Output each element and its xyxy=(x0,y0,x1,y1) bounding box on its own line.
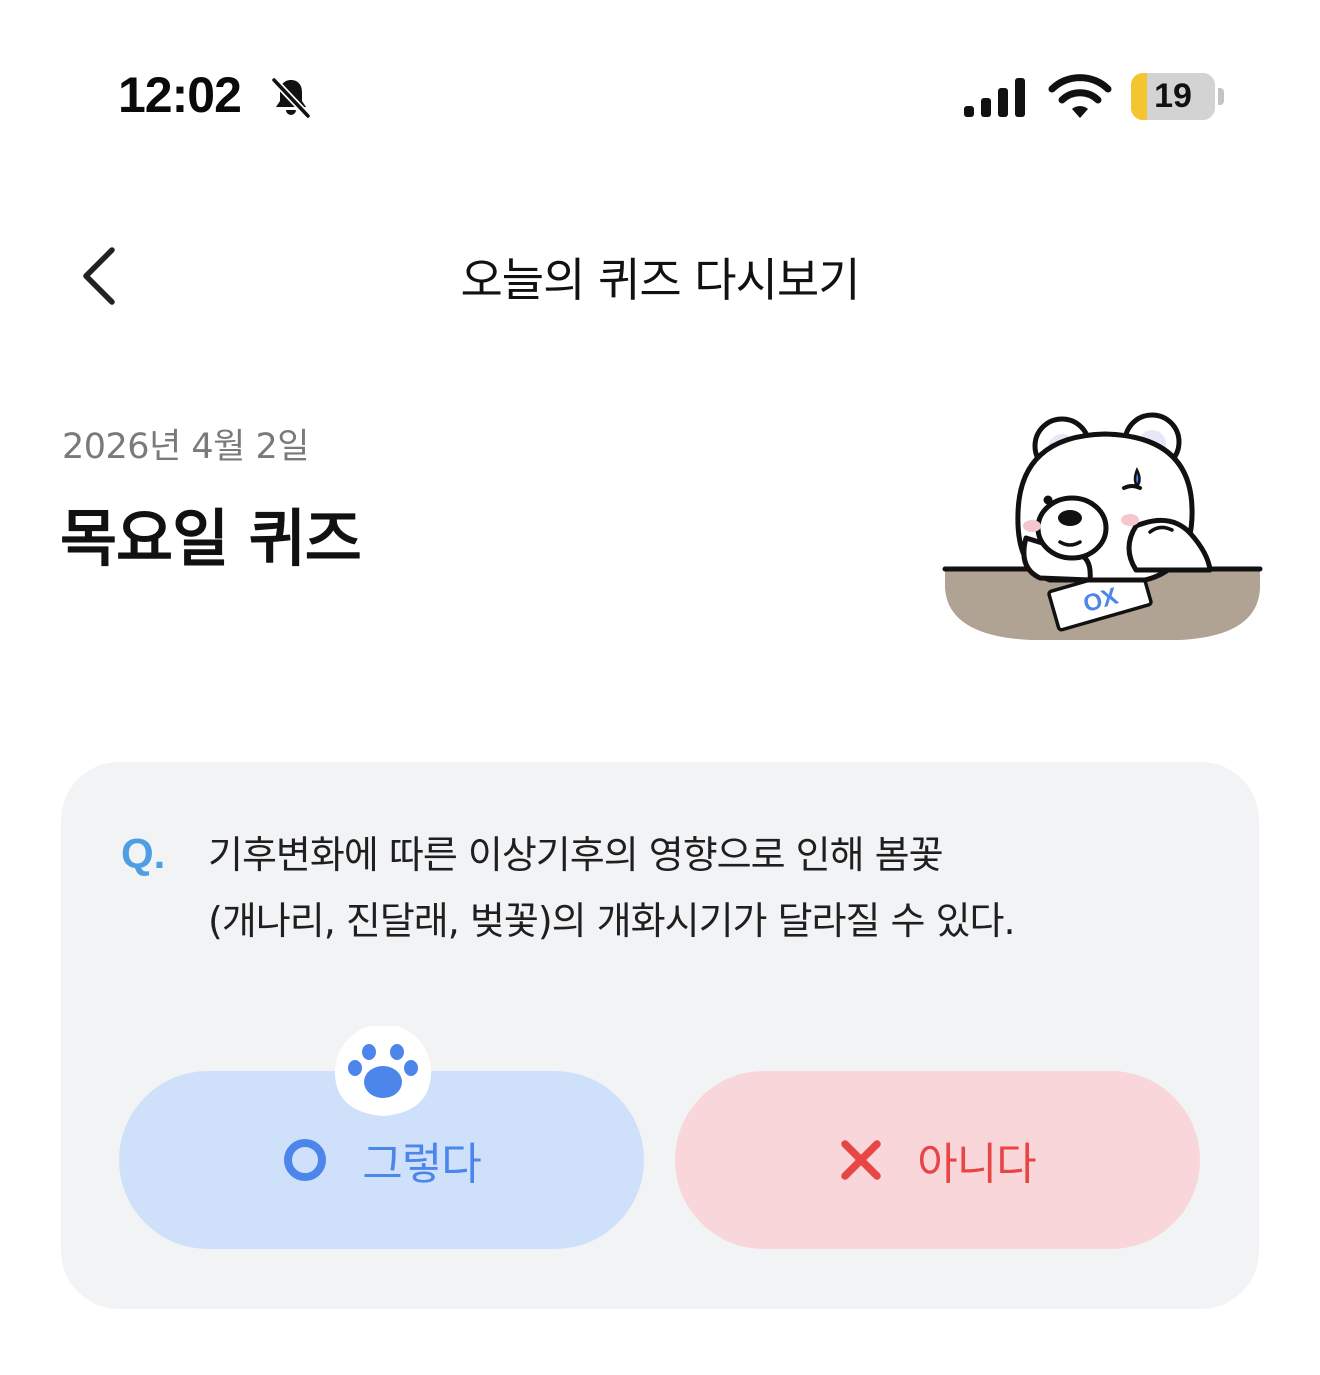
page-title: 오늘의 퀴즈 다시보기 xyxy=(460,253,860,307)
battery-level: 19 xyxy=(1154,77,1192,115)
x-icon xyxy=(841,1140,882,1180)
question-line-2: (개나리, 진달래, 벚꽃)의 개화시기가 달라질 수 있다. xyxy=(208,899,1016,943)
quiz-review-screen: 12:02 19 오늘의 퀴즈 다시보기 2026년 4월 2일 목요일 퀴즈 … xyxy=(0,0,1320,1375)
question-prefix: Q. xyxy=(121,830,166,877)
circle-o-icon xyxy=(284,1139,327,1181)
bear-mascot-illustration: OX xyxy=(942,412,1263,640)
bell-slash-icon xyxy=(271,77,311,119)
cellular-signal-icon xyxy=(964,78,1025,117)
answer-no-label: 아니다 xyxy=(917,1139,1036,1190)
paw-icon xyxy=(335,1026,431,1116)
wifi-icon xyxy=(1048,74,1112,118)
quiz-date: 2026년 4월 2일 xyxy=(62,427,309,467)
answer-yes-label: 그렇다 xyxy=(362,1139,481,1190)
quiz-title: 목요일 퀴즈 xyxy=(60,502,362,575)
battery-nub xyxy=(1218,88,1224,105)
question-text: 기후변화에 따른 이상기후의 영향으로 인해 봄꽃 (개나리, 진달래, 벚꽃)… xyxy=(208,822,1218,954)
answer-no-button[interactable]: 아니다 xyxy=(675,1071,1200,1249)
battery-icon: 19 xyxy=(1131,73,1215,120)
question-line-1: 기후변화에 따른 이상기후의 영향으로 인해 봄꽃 xyxy=(208,833,944,877)
status-time: 12:02 xyxy=(118,67,242,123)
status-bar: 12:02 19 xyxy=(0,0,1320,190)
